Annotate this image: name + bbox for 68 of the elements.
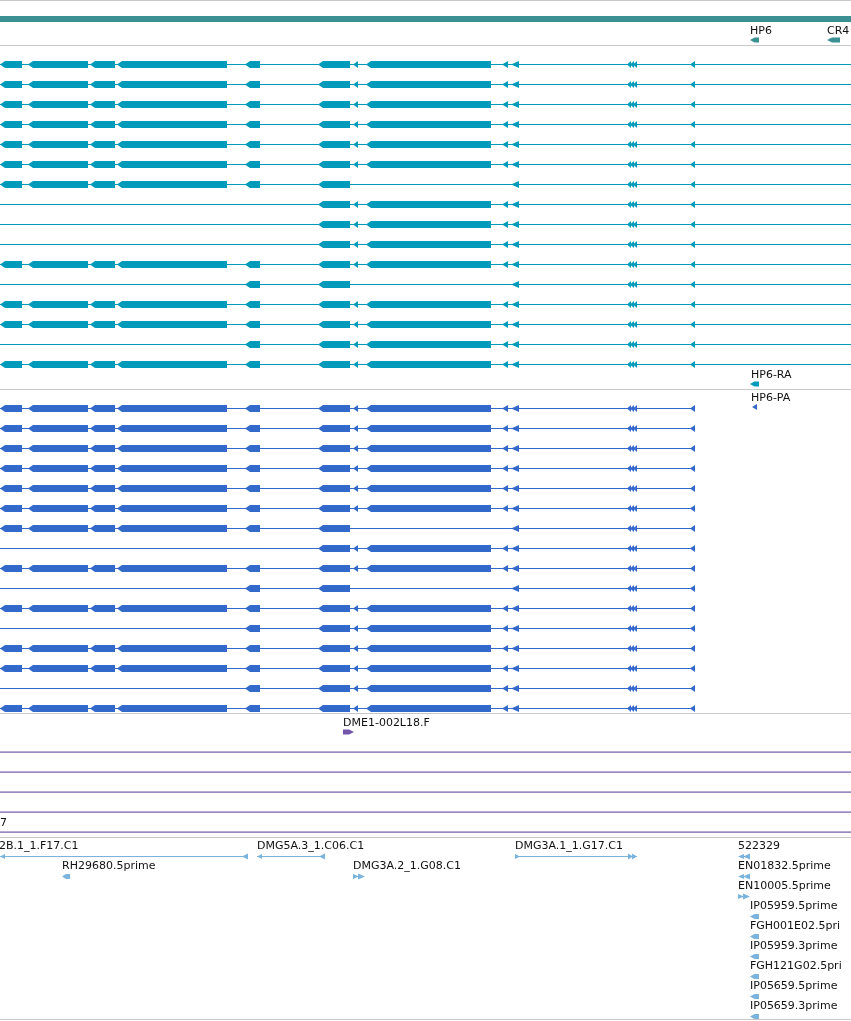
transcript-drawing[interactable] xyxy=(0,705,696,712)
est-alignment-drawing[interactable] xyxy=(62,874,70,879)
transcript-drawing[interactable] xyxy=(0,101,851,108)
transcript-drawing[interactable] xyxy=(0,61,851,68)
est-label: IP05659.5prime xyxy=(750,979,838,992)
transcript-drawing[interactable] xyxy=(0,545,696,552)
transcript-drawing[interactable] xyxy=(0,625,696,632)
transcript-drawing[interactable] xyxy=(0,465,696,472)
transcript-arrow-icon xyxy=(752,404,757,410)
transcript-drawing[interactable] xyxy=(0,281,851,288)
est-label: FGH121G02.5pri xyxy=(750,959,842,972)
est-alignment-drawing[interactable] xyxy=(750,994,759,999)
est-alignment-drawing[interactable] xyxy=(750,974,759,979)
transcript-drawing[interactable] xyxy=(0,201,851,208)
est-alignment-drawing[interactable] xyxy=(353,873,365,880)
est-label: EN01832.5prime xyxy=(738,859,831,872)
est-alignment-drawing[interactable] xyxy=(750,1014,759,1019)
est-label: RH29680.5prime xyxy=(62,859,156,872)
transcript-drawing[interactable] xyxy=(0,321,851,328)
est-alignment-drawing[interactable] xyxy=(738,893,750,900)
transcript-drawing[interactable] xyxy=(0,565,696,572)
gene-label: HP6 xyxy=(750,24,772,37)
transcript-drawing[interactable] xyxy=(0,121,851,128)
est-label: DMG3A.2_1.G08.C1 xyxy=(353,859,461,872)
transcript-drawing[interactable] xyxy=(0,425,696,432)
transcript-drawing[interactable] xyxy=(0,485,696,492)
transcript-drawing[interactable] xyxy=(0,685,696,692)
est-alignment-drawing[interactable] xyxy=(750,954,759,959)
est-label: DMG3A.1_1.G17.C1 xyxy=(515,839,623,852)
transcript-drawing[interactable] xyxy=(0,405,696,412)
est-alignment-drawing[interactable] xyxy=(750,934,759,939)
transcript-drawing[interactable] xyxy=(0,221,851,228)
est-alignment-drawing[interactable] xyxy=(0,853,249,860)
gene-label: CR4 xyxy=(827,24,850,37)
est-alignment-drawing[interactable] xyxy=(750,914,759,919)
transcript-drawing[interactable] xyxy=(0,301,851,308)
transcript-drawing[interactable] xyxy=(0,161,851,168)
est-alignment-drawing[interactable] xyxy=(738,853,750,860)
est-label: IP05959.3prime xyxy=(750,939,838,952)
transcript-label: HP6-RA xyxy=(751,368,792,381)
transcript-arrow-icon xyxy=(750,381,759,387)
clone-label: DME1-002L18.F xyxy=(343,716,430,729)
transcript-drawing[interactable] xyxy=(0,181,851,188)
est-alignment-drawing[interactable] xyxy=(738,873,750,880)
transcript-drawing[interactable] xyxy=(0,605,696,612)
track-label: 7 xyxy=(0,816,7,829)
est-label: IP05659.3prime xyxy=(750,999,838,1012)
est-label: IP05959.5prime xyxy=(750,899,838,912)
transcript-drawing[interactable] xyxy=(0,505,696,512)
transcript-drawing[interactable] xyxy=(0,445,696,452)
est-label: EN10005.5prime xyxy=(738,879,831,892)
est-alignment-drawing[interactable] xyxy=(256,853,326,860)
transcript-drawing[interactable] xyxy=(0,645,696,652)
transcript-drawing[interactable] xyxy=(0,361,851,368)
est-label: DMG5A.3_1.C06.C1 xyxy=(257,839,365,852)
est-label: FGH001E02.5pri xyxy=(750,919,841,932)
transcript-drawing[interactable] xyxy=(0,585,696,592)
transcript-drawing[interactable] xyxy=(0,241,851,248)
transcript-drawing[interactable] xyxy=(0,81,851,88)
transcript-drawing[interactable] xyxy=(0,525,696,532)
est-label: 2B.1_1.F17.C1 xyxy=(0,839,79,852)
est-label: 522329 xyxy=(738,839,780,852)
transcript-drawing[interactable] xyxy=(0,665,696,672)
transcript-drawing[interactable] xyxy=(0,341,851,348)
est-alignment-drawing[interactable] xyxy=(514,853,638,860)
transcript-drawing[interactable] xyxy=(0,141,851,148)
transcript-drawing[interactable] xyxy=(0,261,851,268)
transcript-label: HP6-PA xyxy=(751,391,791,404)
